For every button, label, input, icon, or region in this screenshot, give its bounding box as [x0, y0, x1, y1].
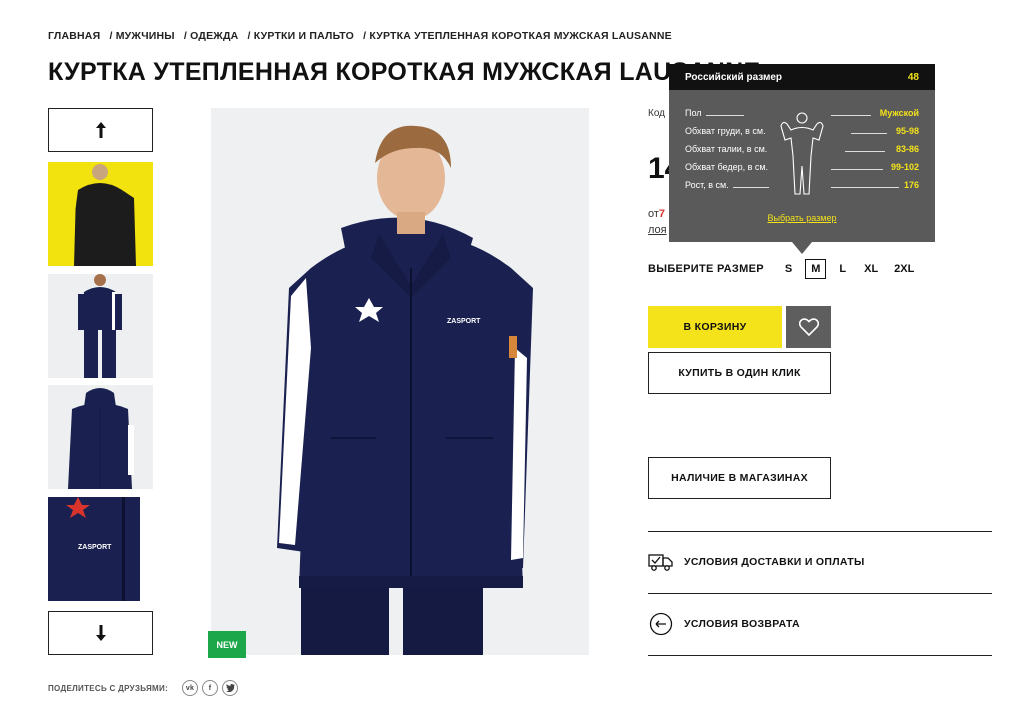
- breadcrumb-current: / КУРТКА УТЕПЛЕННАЯ КОРОТКАЯ МУЖСКАЯ LAU…: [363, 30, 672, 42]
- divider: [648, 655, 992, 656]
- divider: [648, 593, 992, 594]
- facebook-icon[interactable]: f: [202, 680, 219, 696]
- favorite-button[interactable]: [786, 306, 831, 348]
- arrow-down-icon: [95, 625, 106, 641]
- return-terms-label: УСЛОВИЯ ВОЗВРАТА: [684, 618, 800, 630]
- size-option-m[interactable]: M: [805, 259, 827, 279]
- size-tooltip-key: Обхват груди, в см.: [685, 126, 766, 136]
- thumbs-down-button[interactable]: [48, 611, 153, 655]
- jacket-brand-text: ZASPORT: [447, 318, 481, 325]
- buy-one-click-button[interactable]: КУПИТЬ В ОДИН КЛИК: [648, 352, 831, 394]
- leader-line: [705, 115, 744, 116]
- thumbnail-2[interactable]: [48, 274, 153, 378]
- body-silhouette-icon: [780, 112, 824, 195]
- size-option-xl[interactable]: XL: [859, 259, 883, 279]
- size-tooltip-value: 83-86: [895, 144, 919, 154]
- vk-icon[interactable]: vk: [182, 680, 199, 696]
- size-tooltip-value: 176: [903, 180, 919, 190]
- breadcrumb-clothing[interactable]: / ОДЕЖДА: [184, 30, 239, 42]
- page-title: КУРТКА УТЕПЛЕННАЯ КОРОТКАЯ МУЖСКАЯ LAUSA…: [48, 58, 761, 86]
- thumbnail-image: [48, 385, 153, 489]
- arrow-up-icon: [95, 122, 106, 138]
- new-badge: NEW: [208, 631, 246, 658]
- share-bar: ПОДЕЛИТЕСЬ С ДРУЗЬЯМИ: vk f: [48, 680, 239, 696]
- jacket-photo: ZASPORT: [211, 108, 589, 655]
- breadcrumb-jackets[interactable]: / КУРТКИ И ПАЛЬТО: [248, 30, 354, 42]
- divider: [648, 531, 992, 532]
- delivery-terms-label: УСЛОВИЯ ДОСТАВКИ И ОПЛАТЫ: [684, 556, 865, 568]
- heart-icon: [798, 318, 819, 336]
- size-tooltip-key: Обхват бедер, в см.: [685, 162, 769, 172]
- leader-line: [831, 115, 871, 116]
- size-option-2xl[interactable]: 2XL: [889, 259, 919, 279]
- product-main-image[interactable]: ZASPORT: [211, 108, 589, 655]
- breadcrumb-men[interactable]: / МУЖЧИНЫ: [109, 30, 174, 42]
- leader-line: [732, 187, 769, 188]
- product-code-label: Код: [648, 108, 666, 119]
- size-selector-label: ВЫБЕРИТЕ РАЗМЕР: [648, 263, 764, 275]
- truck-icon: [648, 550, 674, 574]
- loyalty-text: от7: [648, 208, 665, 220]
- leader-line: [845, 151, 885, 152]
- thumbnail-brand-text: ZASPORT: [78, 544, 112, 551]
- leader-line: [851, 133, 887, 134]
- delivery-terms-link[interactable]: УСЛОВИЯ ДОСТАВКИ И ОПЛАТЫ: [648, 550, 992, 574]
- size-tooltip-title: Российский размер: [685, 71, 783, 83]
- breadcrumb-home[interactable]: ГЛАВНАЯ: [48, 30, 100, 42]
- leader-line: [831, 187, 899, 188]
- size-option-s[interactable]: S: [780, 259, 797, 279]
- twitter-icon[interactable]: [222, 680, 239, 696]
- loyalty-prefix: от: [648, 208, 659, 220]
- breadcrumb: ГЛАВНАЯ / МУЖЧИНЫ / ОДЕЖДА / КУРТКИ И ПА…: [48, 30, 678, 42]
- size-option-l[interactable]: L: [834, 259, 851, 279]
- leader-line: [831, 169, 883, 170]
- thumbs-up-button[interactable]: [48, 108, 153, 152]
- size-tooltip-key: Пол: [685, 108, 702, 118]
- size-tooltip-key: Рост, в см.: [685, 180, 729, 190]
- thumbnail-image: [48, 162, 153, 266]
- size-tooltip-value: 99-102: [890, 162, 919, 172]
- size-tooltip-value: 95-98: [895, 126, 919, 136]
- size-tooltip-value: Мужской: [879, 108, 919, 118]
- thumbnail-3[interactable]: [48, 385, 153, 489]
- loyalty-link[interactable]: лоя: [648, 224, 667, 236]
- store-availability-button[interactable]: НАЛИЧИЕ В МАГАЗИНАХ: [648, 457, 831, 499]
- tooltip-caret: [792, 242, 812, 254]
- size-selector: ВЫБЕРИТЕ РАЗМЕР S M L XL 2XL: [648, 258, 919, 280]
- thumbnail-1[interactable]: [48, 162, 153, 266]
- choose-size-link[interactable]: Выбрать размер: [669, 213, 935, 223]
- thumbnail-image: ZASPORT: [48, 497, 153, 601]
- loyalty-value: 7: [658, 208, 666, 220]
- size-tooltip-ru-size: 48: [907, 71, 919, 83]
- share-label: ПОДЕЛИТЕСЬ С ДРУЗЬЯМИ:: [48, 683, 169, 693]
- size-tooltip-header: Российский размер 48: [669, 64, 935, 90]
- return-terms-link[interactable]: УСЛОВИЯ ВОЗВРАТА: [648, 612, 992, 636]
- thumbnail-4[interactable]: ZASPORT: [48, 497, 153, 601]
- thumbnail-image: [48, 274, 153, 378]
- size-tooltip: Российский размер 48 Пол Мужской Обхват …: [669, 64, 935, 254]
- return-icon: [648, 612, 674, 636]
- add-to-cart-button[interactable]: В КОРЗИНУ: [648, 306, 782, 348]
- size-tooltip-key: Обхват талии, в см.: [685, 144, 768, 154]
